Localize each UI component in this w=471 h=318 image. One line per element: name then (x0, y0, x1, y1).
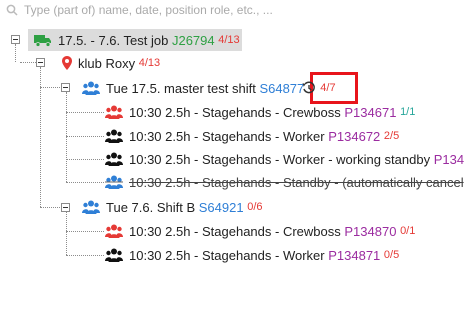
position-title: 10:30 2.5h - Stagehands - Crewboss (129, 223, 341, 239)
collapse-toggle[interactable] (36, 58, 45, 67)
search-input[interactable] (24, 3, 444, 17)
location-count: 4/13 (138, 57, 161, 69)
tree-node-job[interactable]: 17.5. - 7.6. Test job J26794 4/13 (34, 30, 240, 50)
tree-node-position[interactable]: 10:30 2.5h - Stagehands - Worker - worki… (105, 149, 464, 169)
position-count: 2/5 (383, 130, 400, 142)
tree-node-position[interactable]: 10:30 2.5h - Stagehands - Crewboss P1348… (105, 221, 415, 241)
position-count: 1/1 (400, 106, 416, 118)
truck-icon (34, 35, 51, 47)
job-count: 4/13 (218, 34, 240, 46)
tree-line (40, 67, 41, 207)
location-title: klub Roxy (78, 55, 136, 71)
position-code[interactable]: P134871 (328, 248, 380, 263)
highlight-box (310, 72, 358, 104)
shift-code[interactable]: S64921 (199, 200, 244, 215)
position-title: 10:30 2.5h - Stagehands - Worker - worki… (129, 151, 431, 167)
position-code[interactable]: P134672 (328, 129, 380, 144)
tree-node-position[interactable]: 10:30 2.5h - Stagehands - Crewboss P1346… (105, 102, 415, 122)
map-pin-icon (62, 56, 72, 70)
tree-node-shift[interactable]: Tue 7.6. Shift B S64921 0/6 (82, 197, 263, 217)
tree-line (66, 112, 104, 113)
shift-count: 0/6 (247, 201, 263, 213)
group-icon (82, 200, 100, 214)
position-count: 0/5 (383, 249, 400, 261)
job-code[interactable]: J26794 (172, 33, 215, 48)
person-group-icon (105, 105, 123, 119)
person-group-icon (105, 129, 123, 143)
shift-code[interactable]: S64877 (259, 81, 304, 96)
position-title: 10:30 2.5h - Stagehands - Crewboss (129, 104, 341, 120)
person-group-icon (105, 224, 123, 238)
tree-line (66, 136, 104, 137)
collapse-toggle[interactable] (61, 203, 70, 212)
position-title: 10:30 2.5h - Stagehands - Worker (129, 128, 325, 144)
position-count: 0/1 (400, 225, 416, 237)
position-code[interactable]: P134671 (344, 105, 396, 120)
collapse-toggle[interactable] (11, 35, 20, 44)
tree-line (66, 212, 67, 255)
tree-line (66, 231, 104, 232)
tree-line (66, 92, 67, 182)
position-title: 10:30 2.5h - Stagehands - Standby - (aut… (129, 174, 464, 190)
shift-title: Tue 7.6. Shift B (106, 199, 196, 215)
tree-line (66, 182, 104, 183)
group-icon (82, 81, 100, 95)
tree-line (40, 87, 60, 88)
history-icon[interactable] (302, 81, 316, 95)
search-icon (6, 4, 18, 16)
tree-node-position[interactable]: 10:30 2.5h - Stagehands - Standby - (aut… (105, 172, 464, 192)
search-bar (0, 0, 471, 20)
tree-line (15, 44, 16, 62)
tree-node-position[interactable]: 10:30 2.5h - Stagehands - Worker P134871… (105, 245, 399, 265)
collapse-toggle[interactable] (61, 83, 70, 92)
tree-node-shift[interactable]: Tue 17.5. master test shift S64877 4/7 (82, 78, 336, 98)
tree-line (66, 159, 104, 160)
tree-node-position[interactable]: 10:30 2.5h - Stagehands - Worker P134672… (105, 126, 399, 146)
position-code[interactable]: P134870 (344, 224, 396, 239)
position-code[interactable]: P134 (434, 152, 464, 167)
person-group-icon (105, 152, 123, 166)
person-group-icon (105, 175, 123, 189)
tree-line (20, 62, 36, 63)
person-group-icon (105, 248, 123, 262)
shift-title: Tue 17.5. master test shift (106, 80, 256, 96)
tree-line (40, 207, 60, 208)
position-title: 10:30 2.5h - Stagehands - Worker (129, 247, 325, 263)
job-title: 17.5. - 7.6. Test job (58, 32, 169, 48)
tree-node-location[interactable]: klub Roxy 4/13 (62, 53, 160, 73)
tree-line (66, 255, 104, 256)
